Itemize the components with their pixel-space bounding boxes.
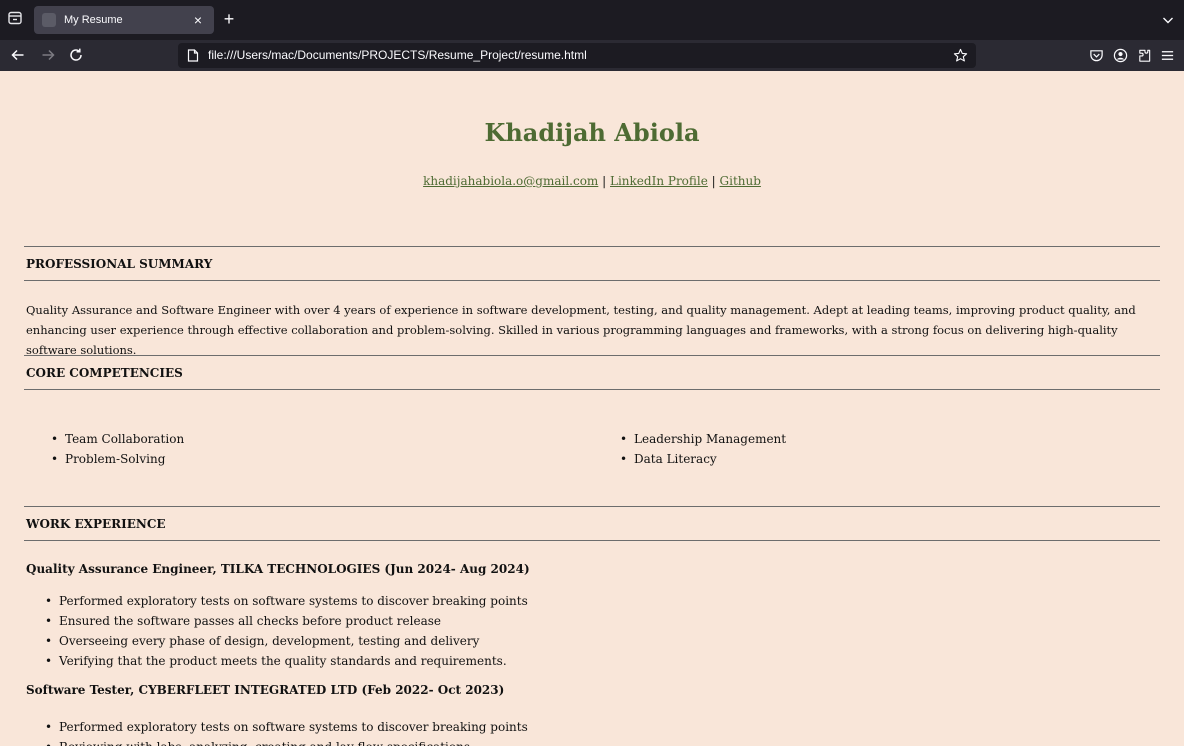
resume-page: Khadijah Abiola khadijahabiola.o@gmail.c…: [0, 71, 1184, 746]
section-divider: [24, 355, 1160, 356]
reload-icon: [70, 48, 82, 61]
list-item: Data Literacy: [620, 449, 786, 469]
reload-button[interactable]: [68, 47, 84, 63]
new-tab-button[interactable]: +: [220, 10, 238, 28]
section-divider: [24, 506, 1160, 507]
list-item: Ensured the software passes all checks b…: [45, 611, 528, 631]
tab-close-button[interactable]: ×: [190, 12, 206, 28]
list-item: Performed exploratory tests on software …: [45, 717, 528, 737]
arrow-left-icon: [11, 49, 24, 61]
contact-links: khadijahabiola.o@gmail.com | LinkedIn Pr…: [0, 174, 1184, 188]
list-item: Team Collaboration: [51, 429, 184, 449]
section-divider: [24, 389, 1160, 390]
summary-heading: PROFESSIONAL SUMMARY: [26, 257, 213, 271]
contact-separator: |: [598, 174, 610, 188]
page-favicon-icon: [42, 13, 56, 27]
address-bar[interactable]: file:///Users/mac/Documents/PROJECTS/Res…: [178, 43, 976, 68]
url-text[interactable]: file:///Users/mac/Documents/PROJECTS/Res…: [208, 48, 587, 62]
job-bullets: Performed exploratory tests on software …: [45, 717, 528, 746]
section-divider: [24, 540, 1160, 541]
firefox-view-icon[interactable]: [8, 11, 22, 25]
list-item: Overseeing every phase of design, develo…: [45, 631, 528, 651]
list-item: Performed exploratory tests on software …: [45, 591, 528, 611]
list-item: Reviewing with labs, analyzing, creating…: [45, 737, 528, 746]
resume-name: Khadijah Abiola: [484, 118, 700, 147]
account-icon[interactable]: [1113, 48, 1128, 63]
competencies-heading: CORE COMPETENCIES: [26, 366, 183, 380]
github-link[interactable]: Github: [720, 174, 761, 188]
email-link[interactable]: khadijahabiola.o@gmail.com: [423, 174, 598, 188]
tab-my-resume[interactable]: My Resume ×: [34, 6, 214, 34]
page-icon: [187, 49, 199, 62]
arrow-right-icon: [42, 49, 55, 61]
section-divider: [24, 280, 1160, 281]
summary-text: Quality Assurance and Software Engineer …: [26, 303, 1136, 357]
menu-icon[interactable]: [1160, 48, 1175, 63]
tab-bar: My Resume × +: [0, 0, 1184, 40]
contact-separator: |: [707, 174, 720, 188]
competencies-list-right: Leadership Management Data Literacy: [620, 429, 786, 469]
list-item: Verifying that the product meets the qua…: [45, 651, 528, 671]
job-title: Software Tester, CYBERFLEET INTEGRATED L…: [26, 683, 505, 697]
forward-button[interactable]: [40, 47, 56, 63]
pocket-icon[interactable]: [1089, 48, 1104, 63]
bookmark-star-icon[interactable]: [953, 48, 968, 63]
section-divider: [24, 246, 1160, 247]
tab-title: My Resume: [64, 14, 123, 26]
navigation-toolbar: file:///Users/mac/Documents/PROJECTS/Res…: [0, 40, 1184, 71]
linkedin-link[interactable]: LinkedIn Profile: [610, 174, 708, 188]
back-button[interactable]: [10, 47, 26, 63]
list-item: Leadership Management: [620, 429, 786, 449]
job-title: Quality Assurance Engineer, TILKA TECHNO…: [26, 562, 530, 576]
extensions-icon[interactable]: [1137, 48, 1152, 63]
competencies-list-left: Team Collaboration Problem-Solving: [51, 429, 184, 469]
chevron-down-icon[interactable]: [1162, 14, 1174, 26]
list-item: Problem-Solving: [51, 449, 184, 469]
experience-heading: WORK EXPERIENCE: [26, 517, 166, 531]
job-bullets: Performed exploratory tests on software …: [45, 591, 528, 671]
